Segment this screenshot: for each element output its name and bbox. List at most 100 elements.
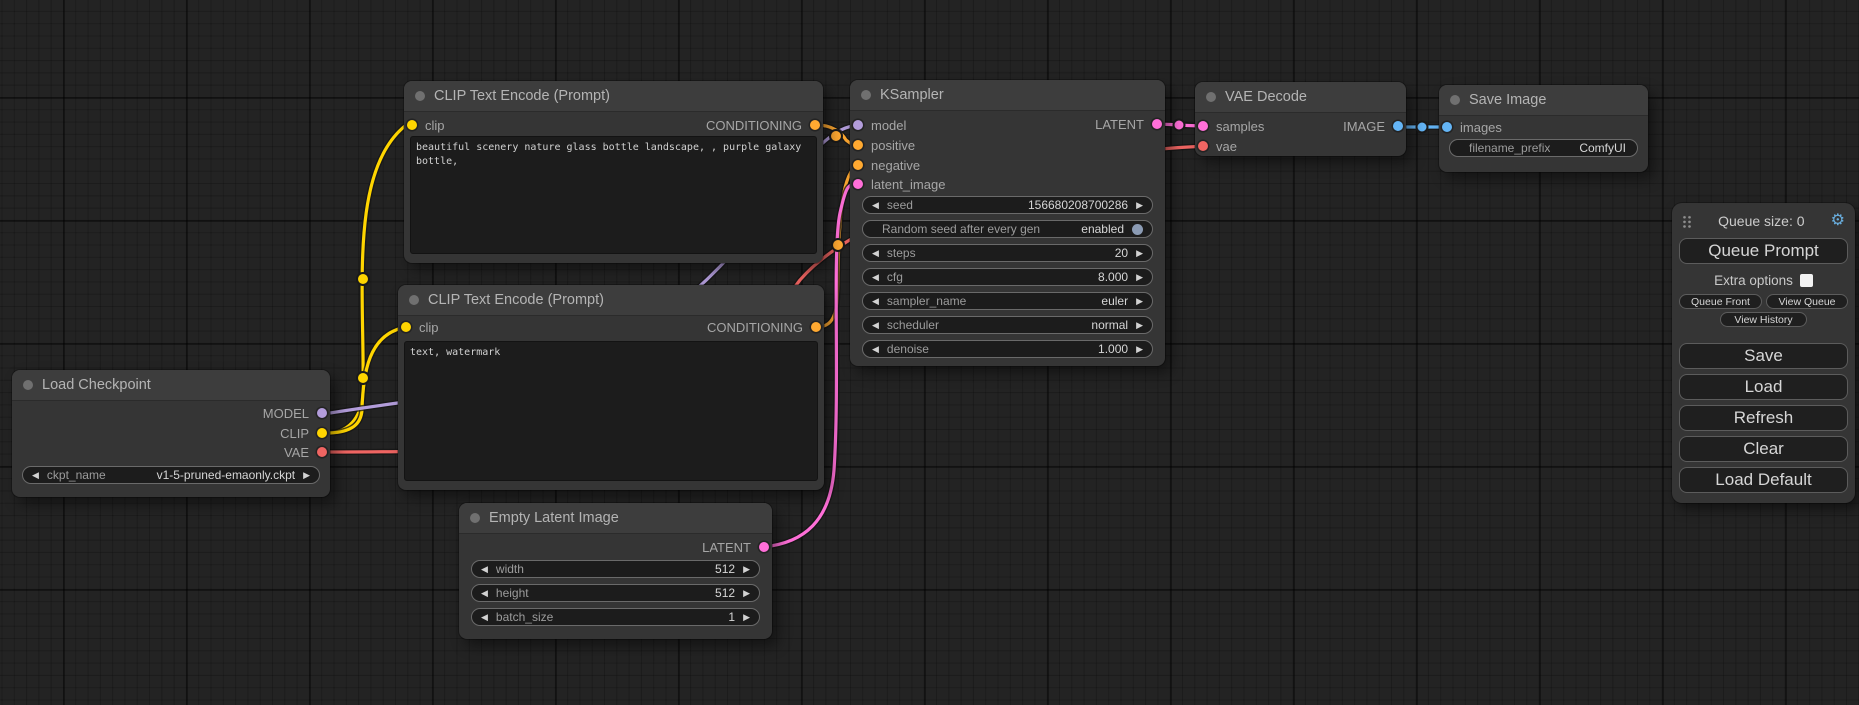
queue-prompt-button[interactable]: Queue Prompt xyxy=(1679,238,1848,264)
input-slot-latent-image[interactable]: latent_image xyxy=(853,176,945,192)
steps-widget[interactable]: ◀ steps 20 ▶ xyxy=(862,244,1153,262)
collapse-dot-icon[interactable] xyxy=(861,90,871,100)
load-default-button[interactable]: Load Default xyxy=(1679,467,1848,493)
seed-widget[interactable]: ◀ seed 156680208700286 ▶ xyxy=(862,196,1153,214)
collapse-dot-icon[interactable] xyxy=(1450,95,1460,105)
conditioning-slot-icon[interactable] xyxy=(811,322,821,332)
drag-handle-icon[interactable] xyxy=(1682,215,1692,228)
prev-value-arrow[interactable]: ◀ xyxy=(481,565,488,574)
image-slot-icon[interactable] xyxy=(1393,121,1403,131)
output-slot-conditioning[interactable]: CONDITIONING xyxy=(707,319,821,335)
prev-value-arrow[interactable]: ◀ xyxy=(872,297,879,306)
denoise-widget[interactable]: ◀ denoise 1.000 ▶ xyxy=(862,340,1153,358)
conditioning-slot-icon[interactable] xyxy=(853,140,863,150)
conditioning-slot-icon[interactable] xyxy=(853,160,863,170)
output-slot-image[interactable]: IMAGE xyxy=(1343,118,1403,134)
prev-value-arrow[interactable]: ◀ xyxy=(872,345,879,354)
latent-slot-icon[interactable] xyxy=(853,179,863,189)
save-button[interactable]: Save xyxy=(1679,343,1848,369)
batch-size-widget[interactable]: ◀ batch_size 1 ▶ xyxy=(471,608,760,626)
input-slot-clip[interactable]: clip xyxy=(407,117,445,133)
node-load-checkpoint[interactable]: Load Checkpoint MODEL CLIP VAE ◀ ckpt_na… xyxy=(12,370,330,497)
next-value-arrow[interactable]: ▶ xyxy=(743,565,750,574)
output-slot-conditioning[interactable]: CONDITIONING xyxy=(706,117,820,133)
extra-options-checkbox[interactable] xyxy=(1800,274,1813,287)
next-value-arrow[interactable]: ▶ xyxy=(743,613,750,622)
output-slot-clip[interactable]: CLIP xyxy=(280,425,327,441)
node-graph-canvas[interactable]: CLIP Text Encode (Prompt) clip CONDITION… xyxy=(0,0,1859,705)
filename-prefix-widget[interactable]: filename_prefix ComfyUI xyxy=(1449,139,1638,157)
input-slot-negative[interactable]: negative xyxy=(853,157,920,173)
collapse-dot-icon[interactable] xyxy=(470,513,480,523)
output-slot-vae[interactable]: VAE xyxy=(284,444,327,460)
output-slot-latent[interactable]: LATENT xyxy=(1095,116,1162,132)
scheduler-widget[interactable]: ◀ scheduler normal ▶ xyxy=(862,316,1153,334)
prev-value-arrow[interactable]: ◀ xyxy=(872,201,879,210)
image-slot-icon[interactable] xyxy=(1442,122,1452,132)
collapse-dot-icon[interactable] xyxy=(415,91,425,101)
output-slot-model[interactable]: MODEL xyxy=(263,405,327,421)
prompt-text-area[interactable]: text, watermark xyxy=(404,341,818,481)
next-value-arrow[interactable]: ▶ xyxy=(1136,297,1143,306)
node-title-bar[interactable]: Empty Latent Image xyxy=(459,503,772,534)
latent-slot-icon[interactable] xyxy=(759,542,769,552)
input-slot-images[interactable]: images xyxy=(1442,119,1502,135)
node-title-bar[interactable]: Load Checkpoint xyxy=(12,370,330,401)
cfg-widget[interactable]: ◀ cfg 8.000 ▶ xyxy=(862,268,1153,286)
prev-value-arrow[interactable]: ◀ xyxy=(872,321,879,330)
input-slot-positive[interactable]: positive xyxy=(853,137,915,153)
latent-slot-icon[interactable] xyxy=(1152,119,1162,129)
ckpt-name-widget[interactable]: ◀ ckpt_name v1-5-pruned-emaonly.ckpt ▶ xyxy=(22,466,320,484)
refresh-button[interactable]: Refresh xyxy=(1679,405,1848,431)
node-title-bar[interactable]: Save Image xyxy=(1439,85,1648,116)
clip-slot-icon[interactable] xyxy=(317,428,327,438)
next-value-arrow[interactable]: ▶ xyxy=(1136,273,1143,282)
load-button[interactable]: Load xyxy=(1679,374,1848,400)
input-slot-model[interactable]: model xyxy=(853,117,906,133)
input-slot-samples[interactable]: samples xyxy=(1198,118,1264,134)
toggle-indicator-icon[interactable] xyxy=(1132,224,1143,235)
sampler-name-widget[interactable]: ◀ sampler_name euler ▶ xyxy=(862,292,1153,310)
node-vae-decode[interactable]: VAE Decode samples IMAGE vae xyxy=(1195,82,1406,156)
prev-value-arrow[interactable]: ◀ xyxy=(872,273,879,282)
clip-slot-icon[interactable] xyxy=(401,322,411,332)
prev-value-arrow[interactable]: ◀ xyxy=(481,589,488,598)
node-clip-text-encode-negative[interactable]: CLIP Text Encode (Prompt) clip CONDITION… xyxy=(398,285,824,490)
node-clip-text-encode-positive[interactable]: CLIP Text Encode (Prompt) clip CONDITION… xyxy=(404,81,823,263)
input-slot-vae[interactable]: vae xyxy=(1198,138,1237,154)
node-save-image[interactable]: Save Image images filename_prefix ComfyU… xyxy=(1439,85,1648,172)
clip-slot-icon[interactable] xyxy=(407,120,417,130)
settings-gear-icon[interactable]: ⚙ xyxy=(1831,213,1845,229)
width-widget[interactable]: ◀ width 512 ▶ xyxy=(471,560,760,578)
model-slot-icon[interactable] xyxy=(317,408,327,418)
prev-value-arrow[interactable]: ◀ xyxy=(481,613,488,622)
next-value-arrow[interactable]: ▶ xyxy=(1136,249,1143,258)
view-history-button[interactable]: View History xyxy=(1720,312,1807,327)
prev-value-arrow[interactable]: ◀ xyxy=(32,471,39,480)
node-title-bar[interactable]: VAE Decode xyxy=(1195,82,1406,113)
output-slot-latent[interactable]: LATENT xyxy=(702,539,769,555)
model-slot-icon[interactable] xyxy=(853,120,863,130)
next-value-arrow[interactable]: ▶ xyxy=(1136,345,1143,354)
latent-slot-icon[interactable] xyxy=(1198,121,1208,131)
node-title-bar[interactable]: CLIP Text Encode (Prompt) xyxy=(398,285,824,316)
node-empty-latent-image[interactable]: Empty Latent Image LATENT ◀ width 512 ▶ … xyxy=(459,503,772,639)
next-value-arrow[interactable]: ▶ xyxy=(1136,201,1143,210)
next-value-arrow[interactable]: ▶ xyxy=(1136,321,1143,330)
prompt-text-area[interactable]: beautiful scenery nature glass bottle la… xyxy=(410,136,817,254)
queue-front-button[interactable]: Queue Front xyxy=(1679,294,1762,309)
collapse-dot-icon[interactable] xyxy=(409,295,419,305)
clear-button[interactable]: Clear xyxy=(1679,436,1848,462)
next-value-arrow[interactable]: ▶ xyxy=(743,589,750,598)
height-widget[interactable]: ◀ height 512 ▶ xyxy=(471,584,760,602)
collapse-dot-icon[interactable] xyxy=(1206,92,1216,102)
input-slot-clip[interactable]: clip xyxy=(401,319,439,335)
collapse-dot-icon[interactable] xyxy=(23,380,33,390)
conditioning-slot-icon[interactable] xyxy=(810,120,820,130)
node-title-bar[interactable]: KSampler xyxy=(850,80,1165,111)
vae-slot-icon[interactable] xyxy=(317,447,327,457)
view-queue-button[interactable]: View Queue xyxy=(1766,294,1848,309)
vae-slot-icon[interactable] xyxy=(1198,141,1208,151)
node-ksampler[interactable]: KSampler model LATENT positive negative … xyxy=(850,80,1165,366)
node-title-bar[interactable]: CLIP Text Encode (Prompt) xyxy=(404,81,823,112)
